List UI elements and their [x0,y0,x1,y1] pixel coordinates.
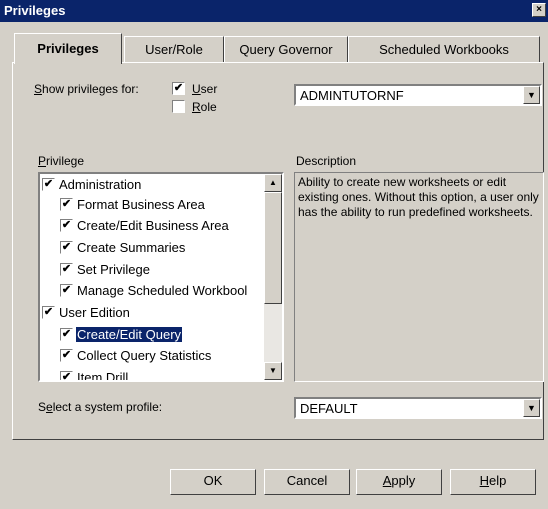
item-checkbox[interactable]: ✔ [42,306,55,320]
item-label: Administration [59,177,142,193]
tab-scheduled-workbooks[interactable]: Scheduled Workbooks [348,36,540,62]
privilege-label-text: rivilege [46,154,85,168]
system-profile-mnemonic: e [46,400,53,414]
show-privileges-mnemonic: S [34,82,43,96]
tab-privileges[interactable]: Privileges [14,33,122,64]
system-profile-value: DEFAULT [300,401,358,416]
close-button[interactable]: × [532,3,546,17]
checkmark-icon: ✔ [61,371,72,382]
checkmark-icon: ✔ [61,284,72,297]
list-item-selected[interactable]: ✔ Create/Edit Query [60,326,184,346]
system-profile-text-a: S [38,400,47,414]
help-mnemonic: H [479,473,490,488]
system-profile-label: Select a system profile: [38,400,162,414]
tab-scheduled-workbooks-label: Scheduled Workbooks [379,42,509,57]
list-item[interactable]: ✔ Item Drill [60,369,129,382]
arrow-up-icon: ▲ [269,178,277,187]
scroll-up-button[interactable]: ▲ [264,174,282,192]
checkmark-icon: ✔ [61,241,72,254]
close-icon: × [536,4,542,15]
ok-button-label: OK [203,473,223,488]
item-label: Item Drill [77,370,129,382]
list-item[interactable]: ✔ Create Summaries [60,239,186,259]
window-title: Privileges [4,3,66,18]
chevron-down-icon[interactable]: ▼ [523,86,540,104]
show-privileges-label: Show privileges for: [34,82,139,96]
checkmark-icon: ✔ [43,178,54,191]
privilege-mnemonic: P [38,154,47,168]
list-item[interactable]: ✔ Collect Query Statistics [60,347,212,367]
checkmark-icon: ✔ [61,219,72,232]
checkmark-icon: ✔ [61,328,72,341]
cancel-button[interactable]: Cancel [264,469,350,495]
item-label: Set Privilege [77,262,150,278]
user-checkbox[interactable]: ✔ [172,82,185,95]
system-profile-select[interactable]: DEFAULT ▼ [294,397,542,419]
apply-button[interactable]: Apply [356,469,442,495]
user-mnemonic: U [192,82,201,96]
user-select[interactable]: ADMINTUTORNF ▼ [294,84,542,106]
user-select-value: ADMINTUTORNF [300,88,404,103]
item-label: Collect Query Statistics [77,348,212,364]
item-label: Create/Edit Query [74,326,184,344]
tab-user-role-label: User/Role [145,42,203,57]
cancel-button-label: Cancel [286,473,328,488]
list-item[interactable]: ✔ Create/Edit Business Area [60,217,230,237]
list-item[interactable]: ✔ Administration [42,176,142,196]
list-item[interactable]: ✔ User Edition [42,304,131,324]
ok-button[interactable]: OK [170,469,256,495]
item-label: Manage Scheduled Workbool [77,283,248,299]
item-label: User Edition [59,305,130,321]
item-checkbox[interactable]: ✔ [60,371,73,382]
chevron-down-icon[interactable]: ▼ [523,399,540,417]
user-checkbox-label[interactable]: User [192,82,217,96]
list-scrollbar[interactable]: ▲ ▼ [264,174,282,380]
user-label-text: ser [200,82,218,96]
item-checkbox[interactable]: ✔ [60,219,73,233]
title-bar: Privileges × [0,0,548,22]
tab-privileges-label: Privileges [37,41,99,56]
item-label: Create/Edit Business Area [77,218,229,234]
checkmark-icon: ✔ [173,82,184,94]
scroll-thumb[interactable] [264,192,282,304]
item-checkbox[interactable]: ✔ [60,328,73,342]
checkmark-icon: ✔ [43,306,54,319]
description-label: Description [296,154,357,168]
role-label-text: ole [200,100,217,114]
role-mnemonic: R [192,100,201,114]
tab-user-role[interactable]: User/Role [124,36,224,62]
system-profile-text-b: lect a system profile: [52,400,163,414]
privilege-list[interactable]: ✔ Administration ✔ Format Business Area ✔ C… [38,172,284,382]
tab-query-governor[interactable]: Query Governor [224,36,348,62]
checkmark-icon: ✔ [61,263,72,276]
apply-button-label: pply [391,473,416,488]
list-item[interactable]: ✔ Manage Scheduled Workbool [60,282,248,302]
help-button[interactable]: Help [450,469,536,495]
role-checkbox-label[interactable]: Role [192,100,217,114]
description-text: Ability to create new worksheets or edit… [298,175,539,219]
checkmark-icon: ✔ [61,349,72,362]
list-item[interactable]: ✔ Set Privilege [60,261,151,281]
item-checkbox[interactable]: ✔ [42,178,55,192]
tab-query-governor-label: Query Governor [239,42,333,57]
item-checkbox[interactable]: ✔ [60,349,73,363]
description-box: Ability to create new worksheets or edit… [294,172,544,382]
item-checkbox[interactable]: ✔ [60,284,73,298]
item-label: Create Summaries [77,240,186,256]
role-checkbox[interactable] [172,100,185,113]
item-checkbox[interactable]: ✔ [60,263,73,277]
privilege-label: Privilege [38,154,84,168]
item-checkbox[interactable]: ✔ [60,241,73,255]
show-privileges-text: how privileges for: [42,82,139,96]
checkmark-icon: ✔ [61,198,72,211]
item-checkbox[interactable]: ✔ [60,198,73,212]
arrow-down-icon: ▼ [269,366,277,375]
list-item[interactable]: ✔ Format Business Area [60,196,206,216]
item-label: Format Business Area [77,197,205,213]
help-button-label: elp [489,473,507,488]
scroll-down-button[interactable]: ▼ [264,362,282,380]
